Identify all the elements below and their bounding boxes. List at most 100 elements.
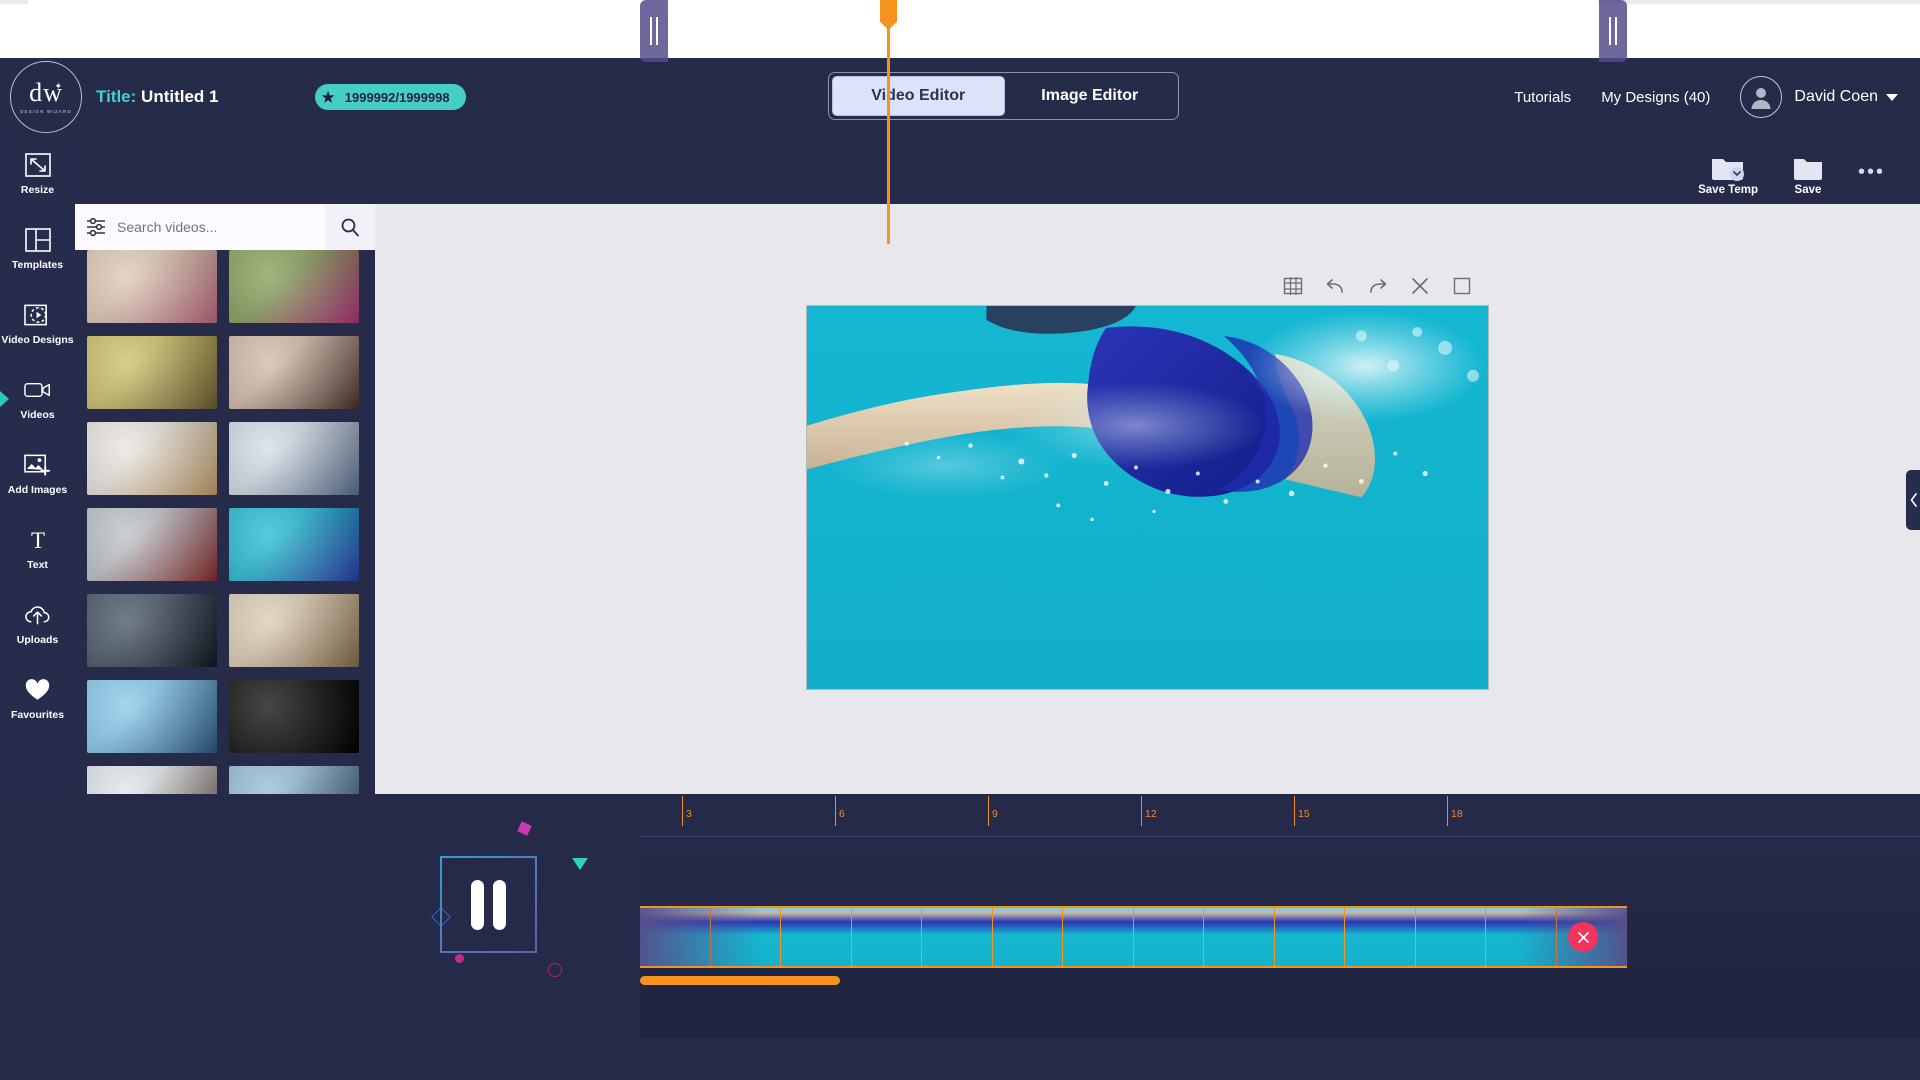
credits-badge[interactable]: ★ 1999992/1999998 — [314, 84, 466, 110]
link-tutorials[interactable]: Tutorials — [1514, 89, 1571, 106]
browser-chrome-strip — [0, 0, 1920, 58]
ruler-tick: 3 — [682, 796, 692, 826]
thumbnail-family-dinner[interactable] — [229, 594, 359, 667]
avatar[interactable] — [1740, 76, 1783, 118]
chevron-down-icon[interactable] — [1886, 93, 1898, 101]
trim-handle-left[interactable] — [640, 0, 668, 62]
grid-icon[interactable] — [1280, 273, 1306, 299]
sidebar-label-text: Text — [27, 558, 48, 571]
clip-frame — [1204, 908, 1275, 966]
sidebar-item-add-images[interactable]: Add Images — [0, 436, 75, 511]
sidebar-label-resize: Resize — [20, 183, 55, 196]
add-image-icon — [24, 452, 51, 478]
close-icon[interactable] — [1407, 273, 1433, 299]
sidebar-label-templates: Templates — [11, 258, 64, 271]
sidebar-item-text[interactable]: T Text — [0, 511, 75, 586]
resize-icon — [24, 152, 51, 178]
save-label: Save — [1794, 184, 1822, 196]
design-title[interactable]: Title: Untitled 1 — [96, 87, 219, 107]
thumbnail-family-craft-table[interactable] — [87, 250, 217, 323]
thumbnail-man-woman-talking[interactable] — [229, 336, 359, 409]
filters-icon[interactable] — [75, 217, 117, 237]
thumbnail-row — [87, 336, 363, 409]
clip-frame — [640, 908, 711, 966]
title-value: Untitled 1 — [141, 87, 219, 106]
user-name[interactable]: David Coen — [1794, 88, 1878, 106]
pause-icon — [471, 879, 484, 930]
sidebar-item-uploads[interactable]: Uploads — [0, 586, 75, 661]
square-icon[interactable] — [1449, 273, 1475, 299]
ruler-tick: 15 — [1294, 796, 1310, 826]
thumbnail-row — [87, 508, 363, 581]
ruler-tick-label: 3 — [686, 808, 692, 820]
sidebar-item-video-designs[interactable]: Video Designs — [0, 286, 75, 361]
save-temp-label: Save Temp — [1698, 184, 1758, 196]
thumbnail-overlay — [229, 250, 359, 323]
clip-frame — [1063, 908, 1134, 966]
ruler-tick-label: 15 — [1298, 808, 1310, 820]
close-icon — [1577, 931, 1589, 943]
thumbnail-business-handshake[interactable] — [229, 422, 359, 495]
video-editor-app: ✦ dw DESIGN WIZARD Title: Untitled 1 ★ 1… — [0, 0, 1920, 1080]
thumbnail-garden-flowers[interactable] — [229, 250, 359, 323]
timeline-clip[interactable] — [640, 906, 1627, 968]
ruler-tick-label: 9 — [992, 808, 998, 820]
brand-logo[interactable]: ✦ dw DESIGN WIZARD — [10, 61, 82, 133]
thumbnail-swimmer-underwater[interactable] — [229, 508, 359, 581]
sidebar-item-favourites[interactable]: Favourites — [0, 661, 75, 736]
sidebar-label-add-images: Add Images — [7, 483, 68, 496]
secondary-toolbar: Save Temp Save ••• — [75, 136, 1920, 204]
text-icon: T — [24, 527, 51, 553]
active-indicator — [0, 390, 9, 407]
clip-frame — [1415, 908, 1486, 966]
thumbnail-row — [87, 422, 363, 495]
timeline-scrollbar[interactable] — [640, 976, 840, 985]
save-button[interactable]: Save — [1792, 156, 1824, 196]
more-options-button[interactable]: ••• — [1858, 161, 1885, 196]
video-canvas-stage[interactable] — [806, 305, 1489, 690]
timeline-ruler[interactable]: 3 6 9 12 15 18 — [640, 794, 1920, 836]
thumbnail-overlay — [87, 594, 217, 667]
trim-handle-right[interactable] — [1599, 0, 1627, 62]
sidebar-item-templates[interactable]: Templates — [0, 211, 75, 286]
clip-frame — [922, 908, 993, 966]
thumbnail-black-placeholder[interactable] — [229, 680, 359, 753]
tab-image-editor[interactable]: Image Editor — [1005, 76, 1176, 116]
search-icon[interactable] — [325, 204, 375, 250]
thumbnail-overlay — [229, 594, 359, 667]
sidebar-label-uploads: Uploads — [16, 633, 59, 646]
thumbnail-swimmer-splash[interactable] — [87, 680, 217, 753]
sparkle-icon: ✦ — [54, 81, 62, 91]
tab-video-editor[interactable]: Video Editor — [832, 76, 1005, 116]
sidebar-label-favourites: Favourites — [10, 708, 65, 721]
thumbnail-overlay — [87, 680, 217, 753]
undo-icon[interactable] — [1322, 273, 1348, 299]
thumbnail-overlay — [229, 336, 359, 409]
search-input[interactable] — [117, 219, 325, 235]
thumbnail-row — [87, 680, 363, 753]
timeline-playhead[interactable] — [880, 0, 897, 244]
ruler-tick: 12 — [1141, 796, 1157, 826]
ruler-tick-label: 18 — [1451, 808, 1463, 820]
brand-subtitle: DESIGN WIZARD — [20, 109, 72, 114]
link-my-designs[interactable]: My Designs (40) — [1601, 89, 1710, 106]
header-right-group: Tutorials My Designs (40) David Coen — [1514, 58, 1898, 136]
thumbnail-couple-outdoors[interactable] — [87, 336, 217, 409]
redo-icon[interactable] — [1365, 273, 1391, 299]
thumbnail-city-data-network[interactable] — [87, 594, 217, 667]
sidebar-label-videos: Videos — [20, 408, 55, 421]
sidebar-item-resize[interactable]: Resize — [0, 136, 75, 211]
thumbnail-car-dealership[interactable] — [87, 508, 217, 581]
pause-icon-2 — [493, 879, 506, 930]
right-panel-collapse-button[interactable] — [1906, 470, 1920, 530]
sidebar-item-videos[interactable]: Videos — [0, 361, 75, 436]
clip-frame — [1486, 908, 1557, 966]
save-temp-button[interactable]: Save Temp — [1698, 154, 1758, 196]
title-label: Title: — [96, 87, 137, 106]
play-pause-button[interactable] — [440, 856, 537, 953]
thumbnail-overlay — [87, 508, 217, 581]
ruler-tick: 18 — [1447, 796, 1463, 826]
delete-clip-button[interactable] — [1568, 922, 1598, 952]
chevron-left-icon — [1910, 493, 1917, 507]
thumbnail-family-kitchen[interactable] — [87, 422, 217, 495]
